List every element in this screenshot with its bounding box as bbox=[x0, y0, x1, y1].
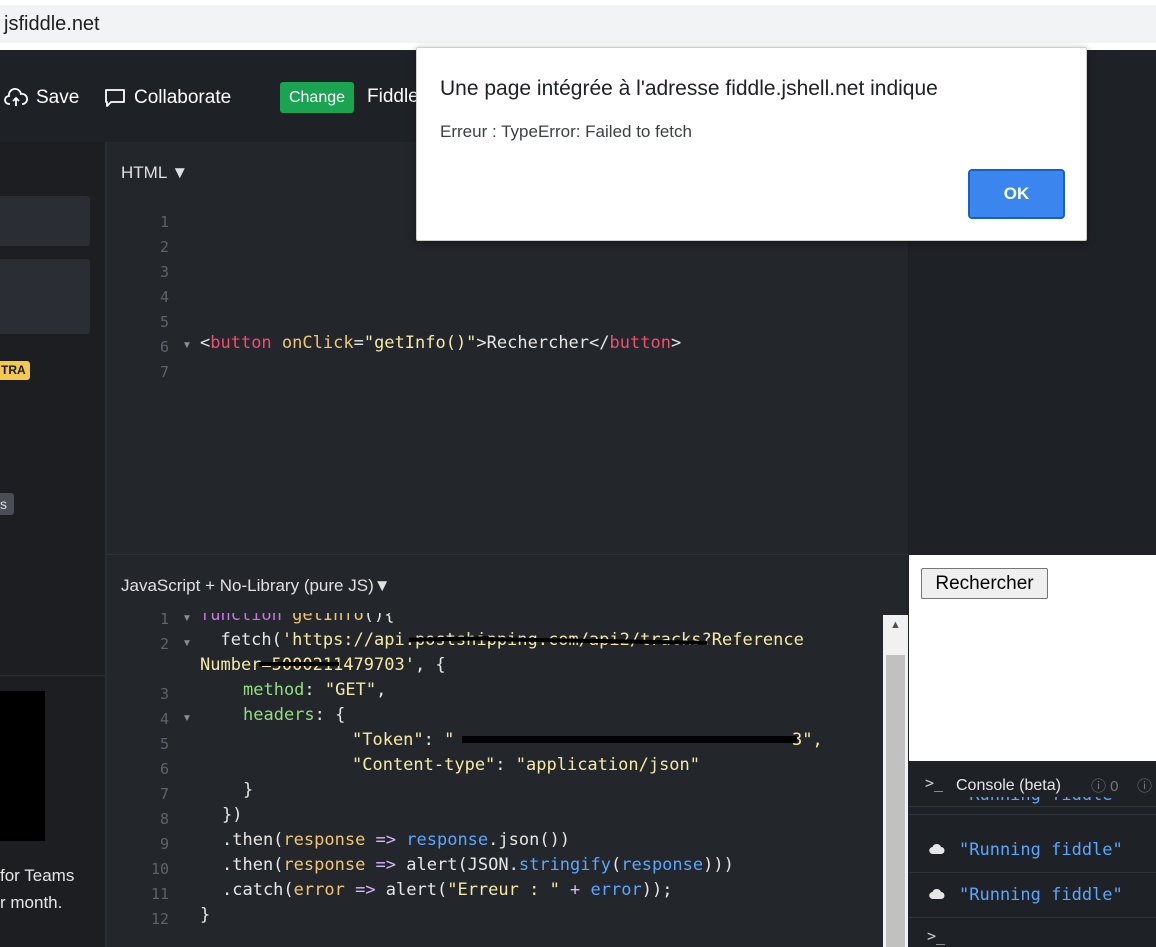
line-number: 1 bbox=[159, 213, 169, 231]
sidebar-divider bbox=[0, 675, 106, 676]
dialog-title: Une page intégrée à l'adresse fiddle.jsh… bbox=[440, 77, 938, 100]
result-frame: Rechercher bbox=[909, 555, 1156, 761]
line-number: 3 bbox=[159, 263, 169, 281]
console-input-prompt[interactable]: >_ bbox=[927, 927, 945, 945]
line-number: 2 bbox=[159, 635, 169, 653]
line-number: 10 bbox=[150, 860, 169, 878]
rechercher-button[interactable]: Rechercher bbox=[921, 568, 1048, 599]
js-code-line-12[interactable]: } bbox=[200, 905, 210, 925]
line-number: 12 bbox=[150, 910, 169, 928]
alert-dialog: Une page intégrée à l'adresse fiddle.jsh… bbox=[416, 47, 1087, 241]
console-row: "Running fiddle" bbox=[909, 828, 1156, 873]
line-number: 11 bbox=[150, 885, 169, 903]
line-number: 2 bbox=[159, 238, 169, 256]
console-row: "Running fiddle" bbox=[909, 797, 1156, 815]
sidebar-teams-text: for Teams bbox=[0, 866, 75, 885]
sidebar-badge: s bbox=[0, 493, 14, 515]
html-code-line[interactable]: <button onClick="getInfo()">Rechercher</… bbox=[200, 333, 681, 353]
cloud-icon bbox=[929, 843, 945, 855]
fold-arrow-icon[interactable]: ▼ bbox=[182, 713, 192, 724]
dropdown-triangle-icon: ▼ bbox=[166, 163, 189, 182]
extra-badge: TRA bbox=[0, 361, 30, 380]
dropdown-triangle-icon: ▼ bbox=[373, 576, 391, 595]
js-code-line-6[interactable]: "Content-type": "application/json" bbox=[352, 755, 700, 775]
sidebar-month-text: r month. bbox=[0, 893, 63, 912]
dialog-message: Erreur : TypeError: Failed to fetch bbox=[440, 122, 692, 141]
sidebar-panel-2[interactable] bbox=[0, 259, 90, 334]
line-number: 7 bbox=[159, 785, 169, 803]
url-field[interactable]: jsfiddle.net bbox=[0, 5, 1156, 43]
browser-address-bar: jsfiddle.net bbox=[0, 0, 1156, 50]
save-label: Save bbox=[36, 87, 80, 108]
line-number: 6 bbox=[159, 338, 169, 356]
js-scrollbar[interactable]: ▲ bbox=[883, 615, 908, 947]
console-title: Console (beta) bbox=[956, 777, 1061, 794]
fold-arrow-icon[interactable]: ▼ bbox=[182, 613, 192, 624]
js-code-line-4[interactable]: headers: { bbox=[243, 705, 345, 725]
console-warning-icon: ⓘ bbox=[1137, 778, 1153, 795]
html-panel-label[interactable]: HTML ▼ bbox=[121, 163, 188, 183]
collaborate-button[interactable]: Collaborate bbox=[104, 85, 231, 111]
redaction-mark bbox=[462, 736, 797, 743]
js-code-line-10[interactable]: .then(response => alert(JSON.stringify(r… bbox=[222, 855, 734, 875]
js-panel-label[interactable]: JavaScript + No-Library (pure JS)▼ bbox=[121, 576, 391, 596]
line-number: 1 bbox=[159, 610, 169, 628]
line-number: 5 bbox=[159, 313, 169, 331]
js-editor-panel[interactable]: JavaScript + No-Library (pure JS)▼ 1 2 3… bbox=[107, 555, 908, 947]
js-code-line-3[interactable]: method: "GET", bbox=[243, 680, 386, 700]
cloud-upload-icon bbox=[4, 88, 28, 106]
js-code-line-1[interactable]: function getInfo(){ bbox=[200, 613, 900, 627]
fold-arrow-icon[interactable]: ▼ bbox=[182, 638, 192, 649]
js-code-line-9[interactable]: .then(response => response.json()) bbox=[222, 830, 570, 850]
save-button[interactable]: Save bbox=[4, 85, 79, 111]
left-sidebar: TRA s for Teams r month. bbox=[0, 142, 106, 947]
collaborate-label: Collaborate bbox=[134, 87, 232, 108]
sidebar-ad-image bbox=[0, 691, 45, 841]
scroll-up-arrow-icon[interactable]: ▲ bbox=[883, 619, 908, 639]
line-number: 3 bbox=[159, 685, 169, 703]
sidebar-panel-1[interactable] bbox=[0, 196, 90, 246]
change-button[interactable]: Change bbox=[280, 82, 354, 113]
line-number: 9 bbox=[159, 835, 169, 853]
ok-button[interactable]: OK bbox=[968, 169, 1065, 219]
chat-bubble-icon bbox=[105, 89, 125, 107]
js-code-line-7[interactable]: } bbox=[243, 780, 253, 800]
fiddle-label[interactable]: Fiddle bbox=[367, 86, 419, 108]
console-panel: >_ Console (beta) ⓘ 0 ⓘ "Running fiddle"… bbox=[909, 761, 1156, 947]
redaction-mark bbox=[259, 662, 339, 666]
js-code-line-11[interactable]: .catch(error => alert("Erreur : " + erro… bbox=[222, 880, 672, 900]
line-number: 6 bbox=[159, 760, 169, 778]
console-error-count: ⓘ 0 bbox=[1091, 778, 1119, 795]
console-row: "Running fiddle" bbox=[909, 873, 1156, 918]
line-number: 5 bbox=[159, 735, 169, 753]
scroll-thumb[interactable] bbox=[886, 655, 905, 947]
line-number: 4 bbox=[159, 288, 169, 306]
cloud-icon bbox=[929, 888, 945, 900]
js-code-line-8[interactable]: }) bbox=[222, 805, 242, 825]
line-number: 8 bbox=[159, 810, 169, 828]
line-number: 7 bbox=[159, 363, 169, 381]
line-number: 4 bbox=[159, 710, 169, 728]
fold-arrow-icon[interactable]: ▼ bbox=[182, 340, 192, 351]
console-prompt-icon: >_ bbox=[925, 774, 944, 792]
js-code-line-5[interactable]: "Token": " bbox=[352, 730, 454, 750]
